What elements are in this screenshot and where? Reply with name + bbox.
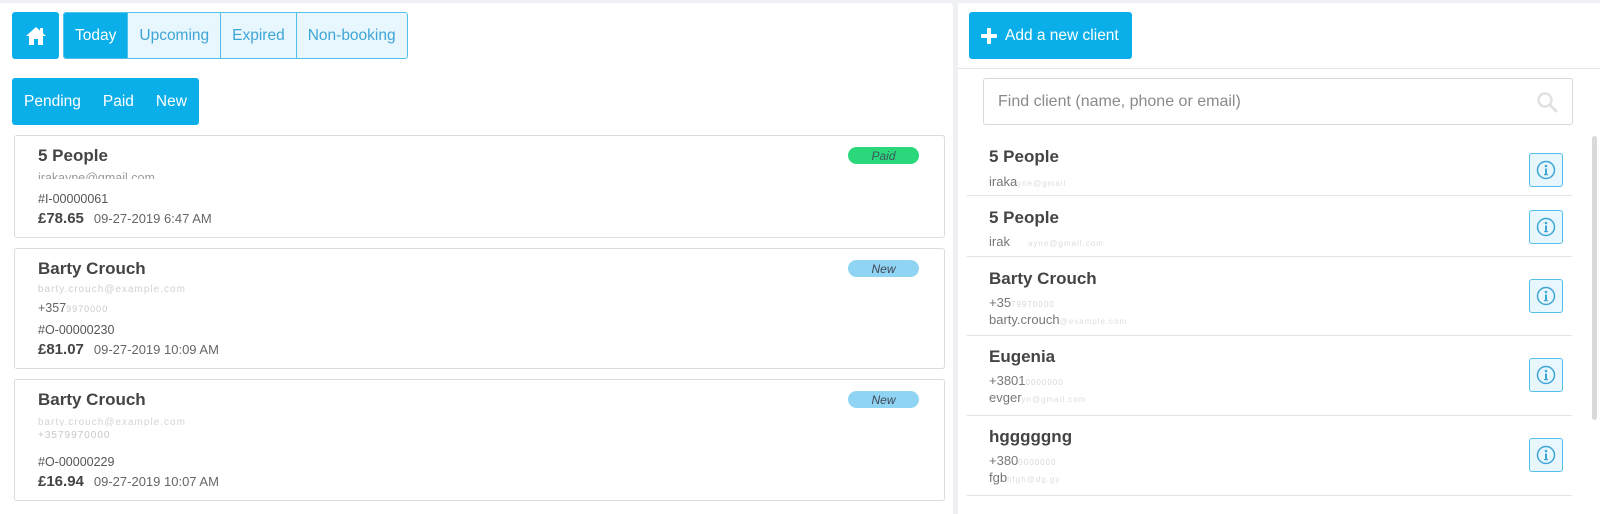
order-client-name: Barty Crouch [38,259,146,278]
tab-upcoming[interactable]: Upcoming [127,13,221,58]
client-info-button[interactable] [1529,358,1563,392]
search-icon[interactable] [1536,91,1558,113]
order-amount-row: £78.65 09-27-2019 6:47 AM [38,210,212,227]
client-list-item[interactable]: hgggggng +3800000000 fgbhfgh@dg.gy [967,416,1572,496]
client-list-item[interactable]: 5 People irakayne@gmail [967,134,1572,196]
contact-visible: evger [989,390,1022,405]
client-phone: +38010000000 [989,373,1064,388]
status-badge: New [848,260,919,277]
order-amount: £81.07 [38,341,84,358]
client-list-item[interactable]: 5 People irak ayne@gmail.com [967,196,1572,257]
order-amount: £16.94 [38,473,84,490]
contact-redacted: barty.crouch@example.com [38,284,186,294]
contact-visible: irakayne@gmail.com [38,171,155,179]
client-phone: +3579970000 [989,295,1055,310]
order-date: 09-27-2019 6:47 AM [93,211,212,226]
client-info-button[interactable] [1529,279,1563,313]
contact-redacted: hfgh@dg.gy [1007,475,1061,484]
add-client-label: Add a new client [1005,26,1119,44]
client-email: barty.crouch@example.com [989,312,1127,327]
contact-redacted: 9970000 [66,304,109,314]
add-client-button[interactable]: Add a new client [969,12,1132,59]
client-list-scrollbar[interactable] [1592,136,1597,420]
order-contact-phone: +3579970000 [38,301,108,315]
contact-redacted: 79970000 [1011,300,1055,309]
order-id: #O-00000230 [38,323,115,337]
order-contact-email: irakayne@gmail.com [38,171,155,179]
client-list-item[interactable]: Barty Crouch +3579970000 barty.crouch@ex… [967,257,1572,336]
order-client-name: Barty Crouch [38,390,146,409]
tab-non-booking[interactable]: Non-booking [295,13,407,58]
contact-redacted: 0000000 [1025,378,1064,387]
divider [958,68,1600,69]
date-tabs: Today Upcoming Expired Non-booking [63,12,408,59]
home-button[interactable] [12,12,59,59]
info-icon [1536,217,1556,237]
home-icon [25,26,46,45]
client-email: irak ayne@gmail.com [989,234,1104,249]
contact-redacted: ayne@gmail.com [1027,239,1104,248]
contact-visible: fgb [989,470,1008,485]
client-name: Barty Crouch [989,269,1097,288]
contact-visible: irak [989,234,1010,249]
contact-redacted: 0000000 [1018,458,1057,467]
filter-new[interactable]: New [145,78,198,125]
order-contact-email: barty.crouch@example.com [38,417,186,426]
client-list: 5 People irakayne@gmail 5 People irak ayn… [958,134,1582,496]
contact-redacted: yne@gmail [1017,179,1067,188]
client-search-input[interactable] [998,92,1536,111]
contact-visible: +380 [989,453,1019,468]
status-badge: Paid [848,147,919,164]
order-date: 09-27-2019 10:09 AM [93,342,219,357]
contact-redacted: +3579970000 [38,430,111,439]
client-name: 5 People [989,147,1059,166]
order-date: 09-27-2019 10:07 AM [93,474,219,489]
order-client-name: 5 People [38,146,108,165]
client-info-button[interactable] [1529,210,1563,244]
client-email: fgbhfgh@dg.gy [989,470,1060,485]
info-icon [1536,365,1556,385]
client-info-button[interactable] [1529,153,1563,187]
status-filters: Pending Paid New [12,78,199,125]
contact-visible: +357 [38,301,67,315]
contact-visible: iraka [989,174,1018,189]
client-email: irakayne@gmail [989,174,1066,189]
contact-visible: +35 [989,295,1012,310]
filter-paid[interactable]: Paid [92,78,145,125]
order-id: #O-00000229 [38,455,115,469]
clients-panel: Add a new client 5 People irakayne@gmail [958,3,1600,514]
client-list-item[interactable]: Eugenia +38010000000 evgeryn@gmail.com [967,336,1572,416]
contact-redacted: yn@gmail.com [1021,395,1087,404]
order-contact-email: barty.crouch@example.com [38,284,186,294]
client-search [983,78,1573,125]
order-card[interactable]: 5 People irakayne@gmail.com #I-00000061 … [14,135,945,238]
order-amount-row: £16.94 09-27-2019 10:07 AM [38,473,219,490]
info-icon [1536,445,1556,465]
client-email: evgeryn@gmail.com [989,390,1087,405]
client-info-button[interactable] [1529,438,1563,472]
tab-expired[interactable]: Expired [220,13,296,58]
tab-today[interactable]: Today [64,13,128,58]
client-phone: +3800000000 [989,453,1056,468]
client-name: 5 People [989,208,1059,227]
info-icon [1536,160,1556,180]
info-icon [1536,286,1556,306]
order-card[interactable]: Barty Crouch barty.crouch@example.com +3… [14,248,945,369]
contact-redacted: barty.crouch@example.com [38,417,186,426]
contact-visible: +3801 [989,373,1026,388]
order-contact-phone: +3579970000 [38,430,110,439]
status-badge: New [848,391,919,408]
order-amount: £78.65 [38,210,84,227]
contact-visible: barty.crouch [989,312,1060,327]
contact-redacted: @example.com [1059,317,1128,326]
order-id: #I-00000061 [38,192,109,206]
filter-pending[interactable]: Pending [13,78,92,125]
order-amount-row: £81.07 09-27-2019 10:09 AM [38,341,219,358]
order-card[interactable]: Barty Crouch barty.crouch@example.com +3… [14,379,945,501]
plus-icon [981,27,997,44]
client-name: Eugenia [989,347,1056,366]
client-name: hgggggng [989,427,1073,446]
orders-panel: Today Upcoming Expired Non-booking Pendi… [0,3,953,514]
